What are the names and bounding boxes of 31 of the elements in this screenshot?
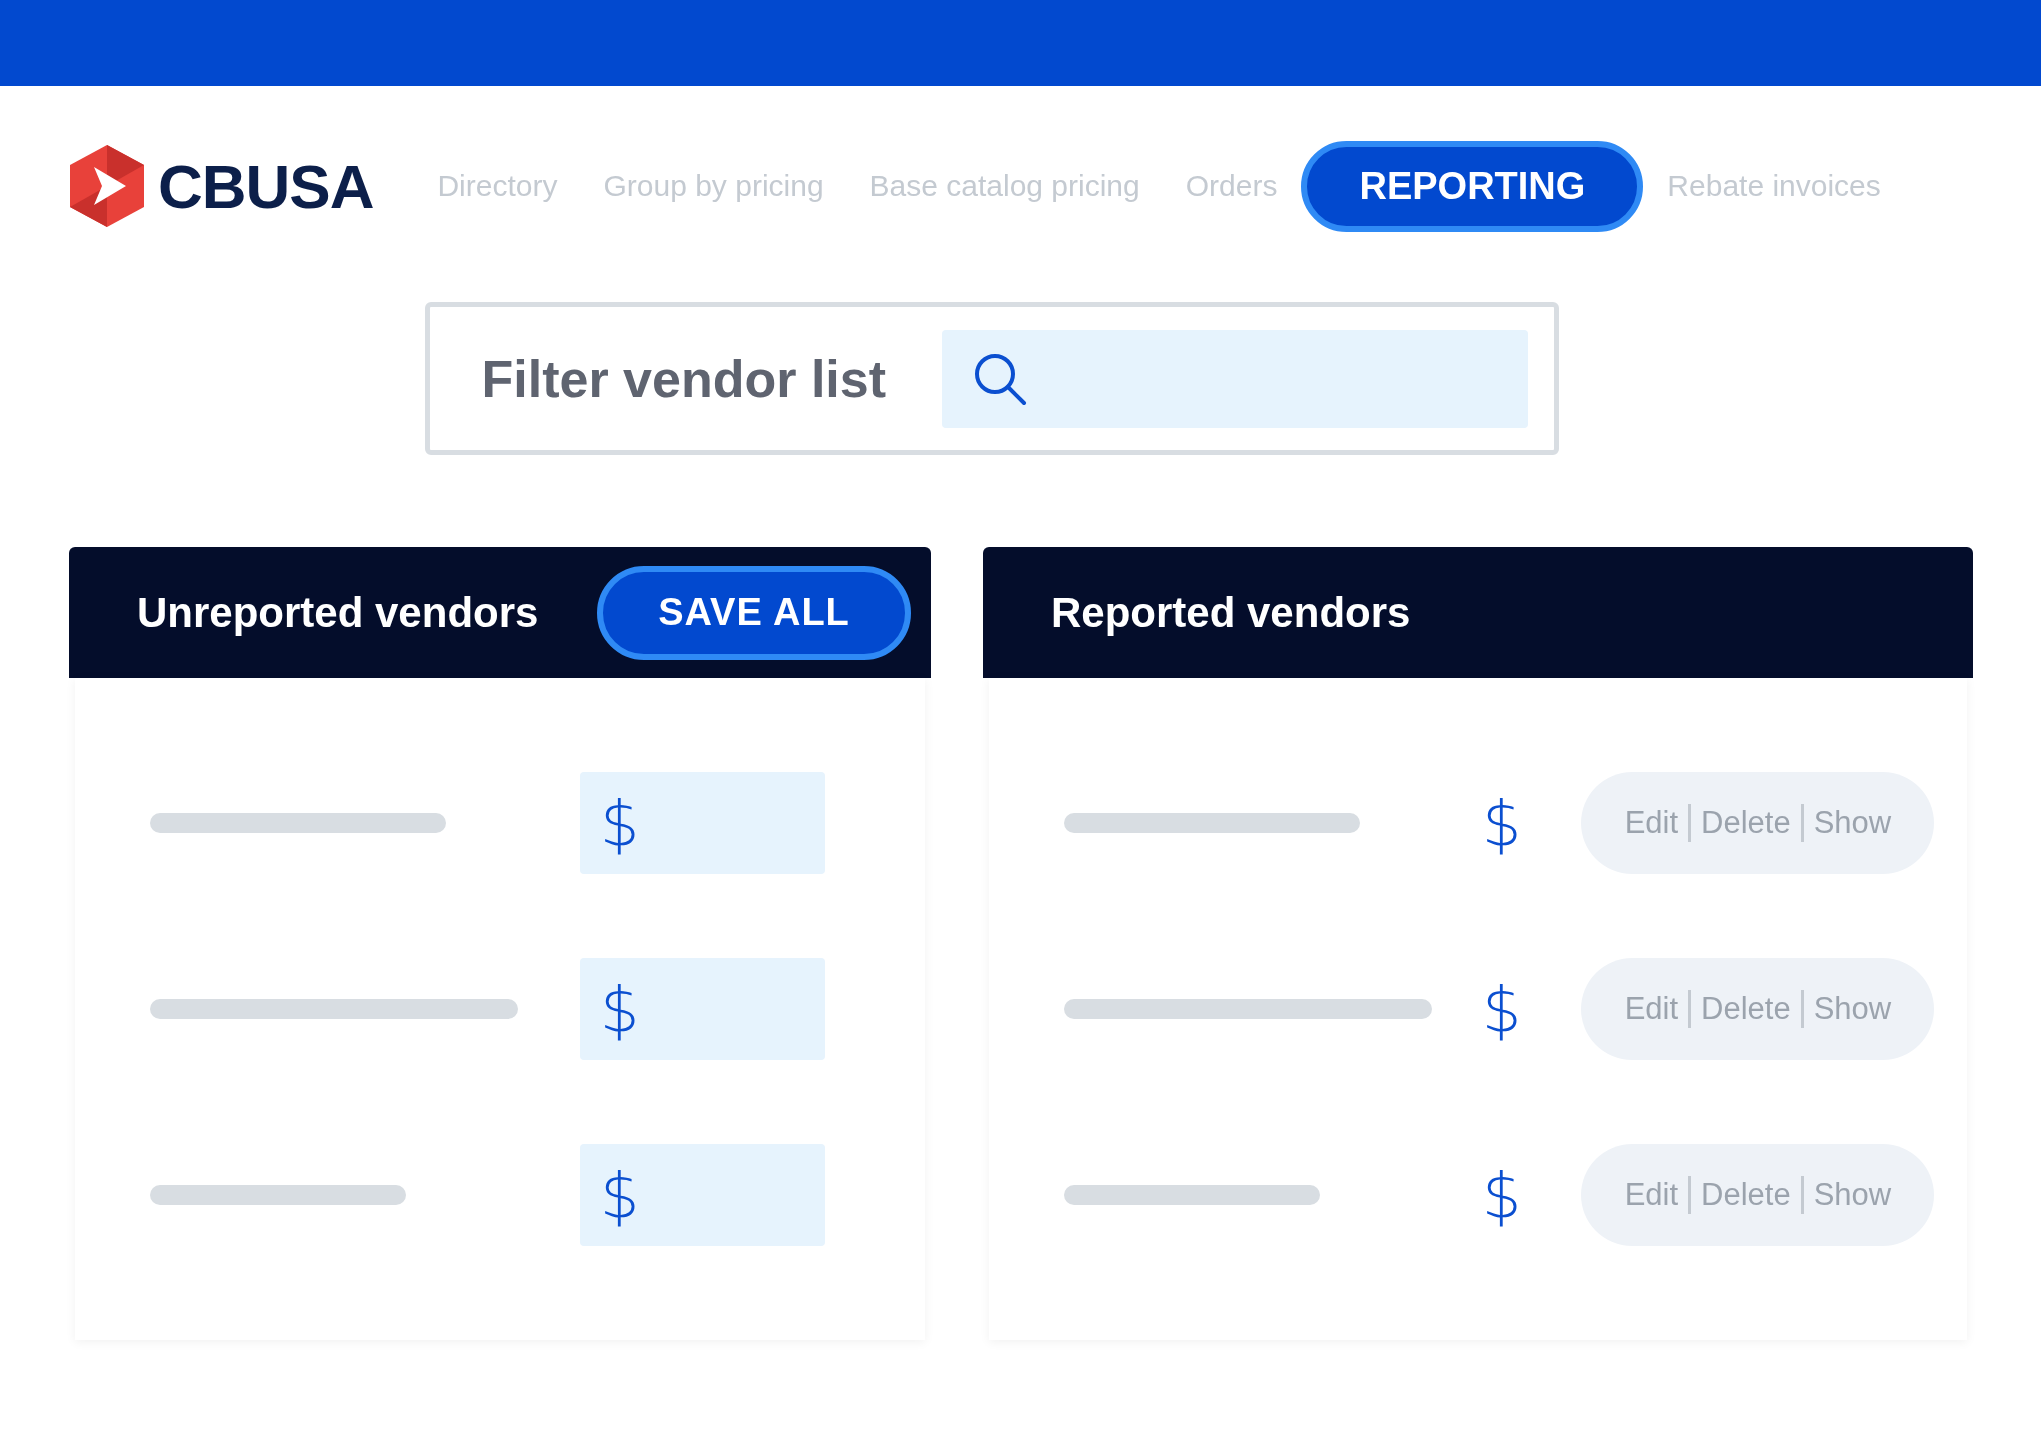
save-all-button[interactable]: SAVE ALL	[597, 565, 911, 660]
amount-field[interactable]: $	[580, 958, 825, 1060]
logo-icon	[70, 145, 144, 227]
action-link[interactable]: Show	[1813, 991, 1892, 1027]
dollar-sign: $	[1482, 972, 1522, 1046]
nav-tab[interactable]: Orders	[1163, 169, 1300, 203]
dollar-sign: $	[1482, 1158, 1522, 1232]
dollar-sign: $	[600, 1158, 640, 1232]
action-link[interactable]: Edit	[1624, 1177, 1679, 1213]
action-link[interactable]: Delete	[1701, 991, 1791, 1027]
dollar-sign: $	[600, 786, 640, 860]
nav-tab[interactable]: Rebate invoices	[1645, 169, 1903, 203]
amount-field[interactable]: $	[580, 772, 825, 874]
brand-name: CBUSA	[158, 150, 374, 222]
nav-tab[interactable]: REPORTING	[1301, 140, 1644, 232]
dollar-sign: $	[1482, 786, 1522, 860]
nav-tab[interactable]: Group by pricing	[581, 169, 846, 203]
panel-title: Unreported vendors	[137, 588, 539, 637]
nav-tab[interactable]: Directory	[415, 169, 580, 203]
search-field[interactable]	[941, 329, 1528, 428]
panel-title: Reported vendors	[1051, 588, 1411, 637]
filter-label: Filter vendor list	[481, 348, 887, 409]
dollar-sign: $	[600, 972, 640, 1046]
nav-tab[interactable]: Base catalog pricing	[847, 169, 1162, 203]
action-link[interactable]: Show	[1813, 805, 1892, 841]
action-link[interactable]: Delete	[1701, 805, 1791, 841]
action-link[interactable]: Edit	[1624, 991, 1679, 1027]
action-link[interactable]: Edit	[1624, 805, 1679, 841]
action-link[interactable]: Delete	[1701, 1177, 1791, 1213]
amount-field[interactable]: $	[580, 1144, 825, 1246]
action-link[interactable]: Show	[1813, 1177, 1892, 1213]
